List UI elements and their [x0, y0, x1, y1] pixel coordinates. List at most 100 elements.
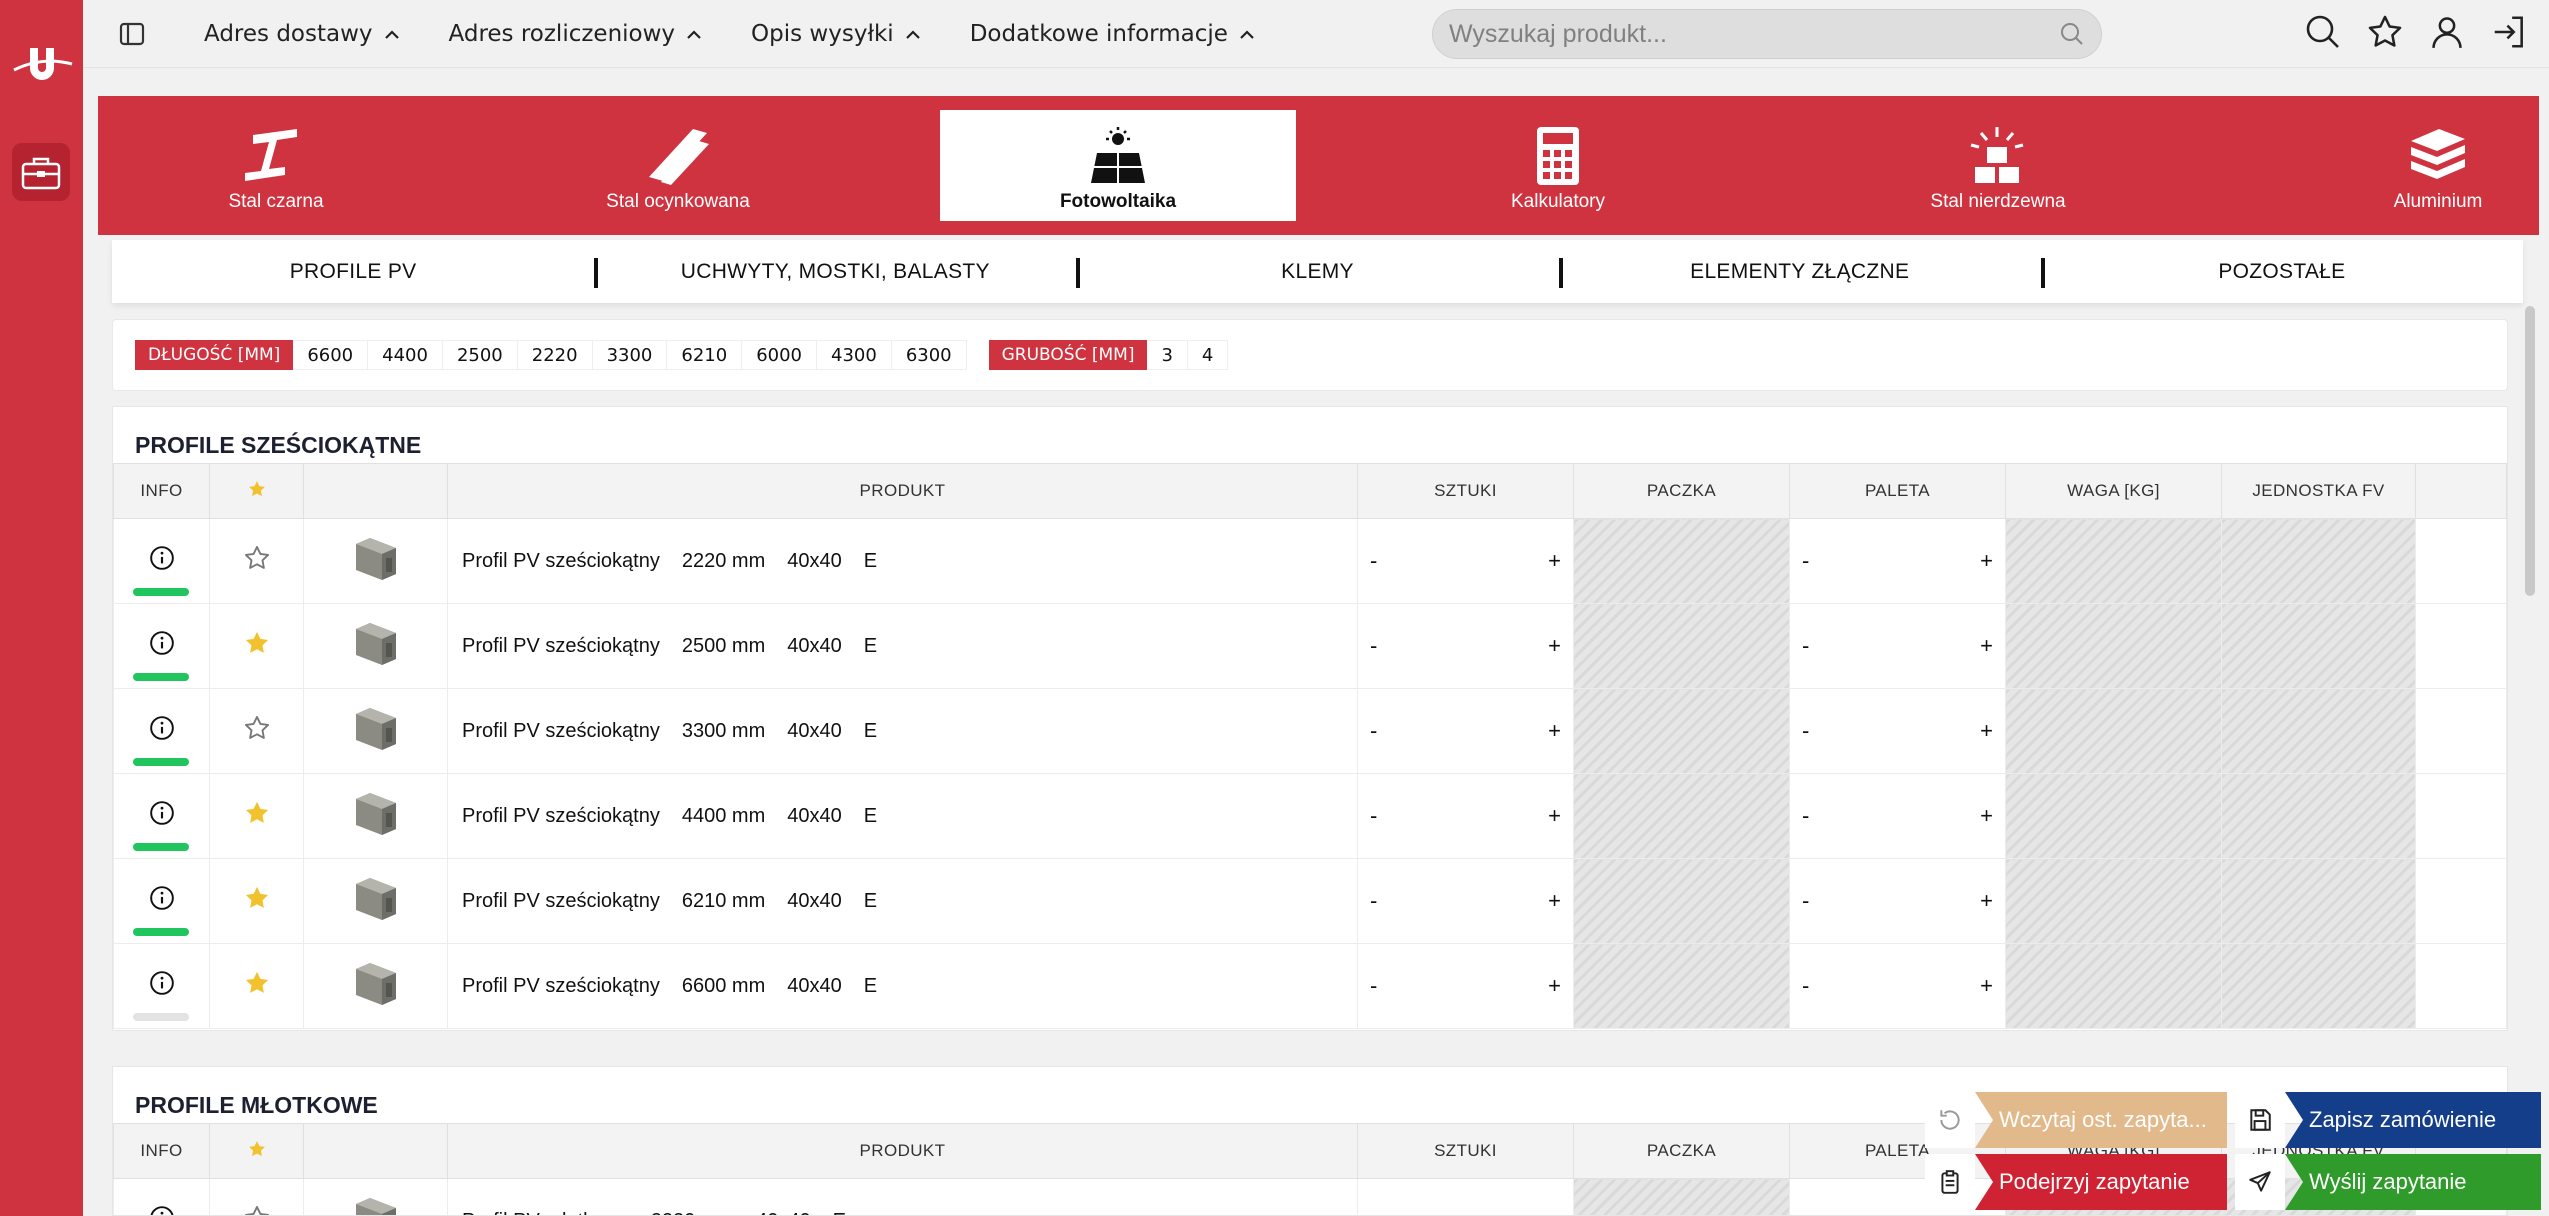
search-icon[interactable] [2059, 21, 2085, 47]
favorite-toggle[interactable] [209, 943, 304, 1029]
product-code: E [833, 1210, 846, 1216]
user-icon[interactable] [2427, 12, 2467, 52]
filter-length-option[interactable]: 6210 [667, 340, 743, 370]
decrease-button[interactable]: - [1370, 548, 1377, 574]
filter-length-option[interactable]: 2500 [442, 340, 518, 370]
info-icon[interactable] [149, 715, 175, 741]
logo[interactable] [8, 30, 76, 98]
search-icon[interactable] [2303, 12, 2343, 52]
save-order-button[interactable]: Zapisz zamówienie [2235, 1092, 2541, 1148]
favorite-toggle[interactable] [209, 603, 304, 689]
decrease-button[interactable]: - [1370, 888, 1377, 914]
increase-button[interactable]: + [1980, 803, 1993, 829]
decrease-button[interactable]: - [1370, 973, 1377, 999]
search-input[interactable] [1449, 19, 2059, 49]
info-icon[interactable] [149, 970, 175, 996]
info-icon[interactable] [149, 545, 175, 571]
increase-button[interactable]: + [1548, 888, 1561, 914]
tab-other[interactable]: POZOSTAŁE [2040, 257, 2523, 288]
star-filled-icon [248, 480, 265, 496]
tab-clamps[interactable]: KLEMY [1076, 257, 1558, 288]
star-icon[interactable] [2365, 12, 2405, 52]
stock-indicator [133, 758, 189, 766]
favorite-toggle[interactable] [209, 858, 304, 944]
action-buttons: Wczytaj ost. zapyta... Zapisz zamówienie… [1925, 1092, 2541, 1210]
filter-length-option[interactable]: 3300 [592, 340, 668, 370]
tab-mounts-bridges-ballasts[interactable]: UCHWYTY, MOSTKI, BALASTY [594, 257, 1076, 288]
category-aluminium[interactable]: Aluminium [2260, 110, 2549, 221]
scrollbar[interactable] [2525, 306, 2535, 596]
increase-button[interactable]: + [1980, 888, 1993, 914]
increase-button[interactable]: + [1980, 718, 1993, 744]
filter-length-option[interactable]: 6300 [891, 340, 967, 370]
category-black-steel[interactable]: Stal czarna [98, 110, 454, 221]
product-size: 40x40 [787, 719, 842, 742]
decrease-button[interactable]: - [1802, 973, 1809, 999]
info-icon[interactable] [149, 800, 175, 826]
increase-button[interactable]: + [1548, 973, 1561, 999]
save-icon [2235, 1092, 2285, 1148]
column-favorite[interactable] [209, 463, 304, 519]
decrease-button[interactable]: - [1802, 633, 1809, 659]
favorite-toggle[interactable] [209, 773, 304, 859]
increase-button[interactable]: + [1548, 633, 1561, 659]
category-calculators[interactable]: Kalkulatory [1380, 110, 1736, 221]
decrease-button[interactable]: - [1802, 718, 1809, 744]
filter-length-option[interactable]: 4400 [368, 340, 443, 370]
menu-billing-address[interactable]: Adres rozliczeniowy [449, 21, 704, 47]
table-row: Profil PV sześciokątny 2220 mm 40x40 E - + - + [113, 518, 2507, 604]
decrease-button[interactable]: - [1370, 803, 1377, 829]
logout-icon[interactable] [2489, 12, 2529, 52]
favorite-toggle[interactable] [209, 688, 304, 774]
increase-button[interactable]: + [1980, 548, 1993, 574]
menu-delivery-address[interactable]: Adres dostawy [204, 21, 401, 47]
filter-length-option[interactable]: 6600 [293, 340, 369, 370]
filter-length-option[interactable]: 4300 [817, 340, 892, 370]
filter-length-option[interactable]: 6000 [742, 340, 817, 370]
stock-indicator [133, 673, 189, 681]
filter-length-option[interactable]: 2220 [517, 340, 593, 370]
toolbox-icon[interactable] [12, 143, 70, 201]
decrease-button[interactable]: - [1802, 1208, 1809, 1215]
toggle-sidebar-icon[interactable] [115, 17, 149, 51]
decrease-button[interactable]: - [1802, 803, 1809, 829]
category-stainless-steel[interactable]: Stal nierdzewna [1820, 110, 2176, 221]
filter-thickness-option[interactable]: 4 [1187, 340, 1229, 370]
load-last-request-button[interactable]: Wczytaj ost. zapyta... [1925, 1092, 2227, 1148]
send-request-button[interactable]: Wyślij zapytanie [2235, 1154, 2541, 1210]
favorite-toggle[interactable] [209, 518, 304, 604]
calculator-icon [1537, 127, 1579, 185]
tab-connectors[interactable]: ELEMENTY ZŁĄCZNE [1558, 257, 2041, 288]
column-weight: WAGA [KG] [2005, 463, 2222, 519]
favorite-toggle[interactable] [209, 1178, 304, 1215]
top-menu: Adres dostawy Adres rozliczeniowy Opis w… [204, 0, 1304, 68]
menu-shipping-description[interactable]: Opis wysyłki [751, 21, 922, 47]
increase-button[interactable]: + [1548, 803, 1561, 829]
product-length: 2220 mm [681, 549, 766, 572]
column-favorite[interactable] [209, 1123, 304, 1179]
decrease-button[interactable]: - [1370, 1208, 1377, 1215]
info-icon[interactable] [149, 630, 175, 656]
preview-request-button[interactable]: Podejrzyj zapytanie [1925, 1154, 2227, 1210]
category-photovoltaics[interactable]: Fotowoltaika [940, 110, 1296, 221]
filter-thickness-option[interactable]: 3 [1147, 340, 1188, 370]
increase-button[interactable]: + [1548, 718, 1561, 744]
increase-button[interactable]: + [1548, 548, 1561, 574]
decrease-button[interactable]: - [1802, 888, 1809, 914]
decrease-button[interactable]: - [1370, 633, 1377, 659]
save-order-label: Zapisz zamówienie [2285, 1092, 2541, 1148]
aluminium-icon [2411, 129, 2465, 179]
decrease-button[interactable]: - [1802, 548, 1809, 574]
category-galvanized-steel[interactable]: Stal ocynkowana [500, 110, 856, 221]
decrease-button[interactable]: - [1370, 718, 1377, 744]
info-icon[interactable] [149, 1205, 175, 1216]
weight-cell [2005, 518, 2222, 604]
info-icon[interactable] [149, 885, 175, 911]
tab-pv-profiles[interactable]: PROFILE PV [112, 260, 594, 284]
increase-button[interactable]: + [1980, 973, 1993, 999]
increase-button[interactable]: + [1548, 1208, 1561, 1215]
extra-cell [2415, 688, 2507, 774]
menu-additional-info[interactable]: Dodatkowe informacje [970, 21, 1256, 47]
increase-button[interactable]: + [1980, 633, 1993, 659]
product-code: E [863, 889, 878, 912]
